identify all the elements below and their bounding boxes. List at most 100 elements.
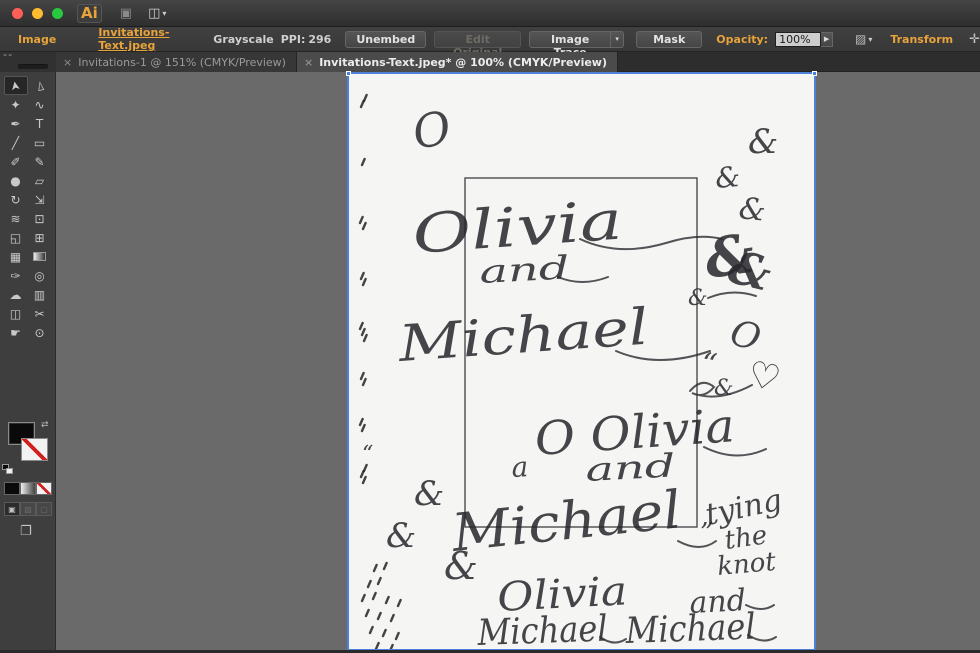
- none-button[interactable]: [36, 482, 52, 495]
- perspective-grid-tool[interactable]: ⊞: [28, 228, 52, 247]
- slice-tool[interactable]: ✂: [28, 304, 52, 323]
- artboard-tool[interactable]: ◫: [4, 304, 28, 323]
- image-panel-label: Image: [18, 32, 57, 46]
- calligraphy-michael-1: Michael: [396, 298, 651, 373]
- arrange-documents-icon[interactable]: ◫: [148, 6, 160, 21]
- unembed-button[interactable]: Unembed: [345, 30, 427, 48]
- zoom-window-icon[interactable]: [52, 7, 63, 19]
- hand-tool[interactable]: ☛: [4, 323, 28, 342]
- arrange-documents-caret-icon[interactable]: ▾: [162, 9, 166, 18]
- pen-test-dash: [381, 628, 387, 638]
- tab-close-icon[interactable]: ×: [304, 56, 313, 69]
- edit-original-button: Edit Original: [434, 30, 522, 59]
- eraser-tool[interactable]: ▱: [28, 171, 52, 190]
- image-trace-dropdown-icon[interactable]: ▾: [611, 30, 625, 48]
- direct-selection-tool[interactable]: ▻: [28, 76, 52, 95]
- column-graph-tool[interactable]: ▥: [28, 285, 52, 304]
- pencil-tool-icon: ✎: [34, 154, 45, 169]
- selection-anchor-top-left[interactable]: [346, 71, 351, 76]
- gradient-tool[interactable]: [28, 247, 52, 266]
- window-title-bar: Ai ▣ ◫ ▾: [0, 0, 980, 27]
- stroke-color-swatch[interactable]: [21, 438, 48, 461]
- calligraphy-michael-4: Michael: [624, 606, 756, 650]
- pencil-tool[interactable]: ✎: [28, 152, 52, 171]
- pen-test-dash: [358, 417, 364, 427]
- pen-test-dash: [362, 333, 368, 343]
- selection-anchor-top-right[interactable]: [812, 71, 817, 76]
- eyedropper-tool-icon: ✑: [10, 268, 21, 283]
- symbol-sprayer-tool[interactable]: ☁: [4, 285, 28, 304]
- opacity-input[interactable]: [775, 31, 822, 47]
- rectangle-tool[interactable]: ▭: [28, 133, 52, 152]
- calligraphy-ampersand-4: &: [688, 286, 708, 311]
- panel-grip[interactable]: [18, 64, 48, 69]
- paintbrush-tool[interactable]: ✐: [4, 152, 28, 171]
- gradient-button[interactable]: [20, 482, 36, 495]
- mesh-tool-icon: ▦: [9, 249, 22, 264]
- line-segment-tool[interactable]: ╱: [4, 133, 28, 152]
- close-window-icon[interactable]: [12, 7, 23, 19]
- pen-test-dash: [384, 595, 390, 605]
- image-trace-button[interactable]: Image Trace: [529, 30, 612, 59]
- calligraphy-flourish-o-right: O: [726, 312, 766, 360]
- color-button[interactable]: [4, 482, 20, 495]
- lasso-tool[interactable]: ∿: [28, 95, 52, 114]
- color-type-buttons: [4, 482, 52, 495]
- style-swatch-icon[interactable]: ▨: [855, 32, 866, 46]
- rotate-tool[interactable]: ↻: [4, 190, 28, 209]
- scale-tool-icon: ⇲: [34, 192, 45, 207]
- direct-selection-tool-icon: ▻: [31, 79, 48, 92]
- blend-tool[interactable]: ◎: [28, 266, 52, 285]
- swap-fill-stroke-icon[interactable]: ⇄: [41, 420, 49, 430]
- magic-wand-tool[interactable]: ✦: [4, 95, 28, 114]
- draw-inside-button[interactable]: ▢: [36, 502, 52, 516]
- default-fill-stroke-icon[interactable]: [2, 464, 14, 475]
- file-name-link[interactable]: Invitations-Text.jpeg: [98, 26, 204, 52]
- illustrator-logo: Ai: [77, 3, 102, 23]
- selection-tool-icon: ➤: [7, 79, 24, 92]
- opacity-stepper-icon[interactable]: ▶: [821, 31, 833, 47]
- reference-point-icon[interactable]: ✛: [969, 32, 980, 47]
- type-tool[interactable]: T: [28, 114, 52, 133]
- scale-tool[interactable]: ⇲: [28, 190, 52, 209]
- tools-panel: ➤ ▻ ✦ ∿ ✒ T ╱ ▭ ✐ ✎ ● ▱ ↻ ⇲ ≋ ⊡ ◱ ⊞ ▦ ✑ ◎ ☁ ▥ ◫ ✂ ☛ ⊙ ⇄ ▣ ▧ ▢ ❐: [0, 72, 56, 650]
- bridge-icon[interactable]: ▣: [120, 6, 132, 21]
- panel-collapse-icon[interactable]: ““: [3, 53, 13, 62]
- pen-test-dash: [360, 593, 366, 603]
- tab-active[interactable]: × Invitations-Text.jpeg* @ 100% (CMYK/Pre…: [296, 52, 618, 72]
- paintbrush-tool-icon: ✐: [10, 154, 21, 169]
- mesh-tool[interactable]: ▦: [4, 247, 28, 266]
- placed-image-artboard[interactable]: O & & & Olivia and & & Michael & O “♡ & O Olivia “a and…: [346, 71, 817, 653]
- pen-tool[interactable]: ✒: [4, 114, 28, 133]
- tab-bar: × Invitations-1 @ 151% (CMYK/Preview) × Inv…: [56, 52, 618, 72]
- tab-label: Invitations-Text.jpeg* @ 100% (CMYK/Prev…: [319, 55, 607, 69]
- calligraphy-heart-doodle: ♡: [744, 354, 784, 401]
- mask-button[interactable]: Mask: [636, 30, 703, 48]
- transform-link[interactable]: Transform: [890, 33, 953, 46]
- tab-close-icon[interactable]: ×: [63, 56, 72, 69]
- blob-brush-tool[interactable]: ●: [4, 171, 28, 190]
- selection-tool[interactable]: ➤: [3, 76, 28, 95]
- line-segment-tool-icon: ╱: [11, 135, 20, 150]
- free-transform-tool[interactable]: ⊡: [28, 209, 52, 228]
- free-transform-tool-icon: ⊡: [34, 211, 45, 226]
- pen-test-dash: [371, 591, 377, 601]
- tools-panel-header[interactable]: ““: [0, 52, 56, 72]
- draw-behind-button[interactable]: ▧: [20, 502, 36, 516]
- zoom-tool[interactable]: ⊙: [28, 323, 52, 342]
- pen-test-dash: [358, 215, 364, 225]
- tab-inactive[interactable]: × Invitations-1 @ 151% (CMYK/Preview): [56, 52, 297, 72]
- width-tool-icon: ≋: [10, 211, 21, 226]
- width-tool[interactable]: ≋: [4, 209, 28, 228]
- eyedropper-tool[interactable]: ✑: [4, 266, 28, 285]
- magic-wand-tool-icon: ✦: [10, 97, 21, 112]
- blob-brush-tool-icon: ●: [10, 173, 21, 188]
- style-caret-icon[interactable]: ▾: [868, 35, 872, 44]
- calligraphy-knot: knot: [716, 547, 778, 582]
- minimize-window-icon[interactable]: [32, 7, 43, 19]
- opacity-label: Opacity:: [716, 32, 769, 46]
- calligraphy-flourish-o-top: O: [409, 100, 456, 160]
- shape-builder-tool[interactable]: ◱: [4, 228, 28, 247]
- screen-mode-icon[interactable]: ❐: [20, 524, 32, 539]
- draw-normal-button[interactable]: ▣: [4, 502, 20, 516]
